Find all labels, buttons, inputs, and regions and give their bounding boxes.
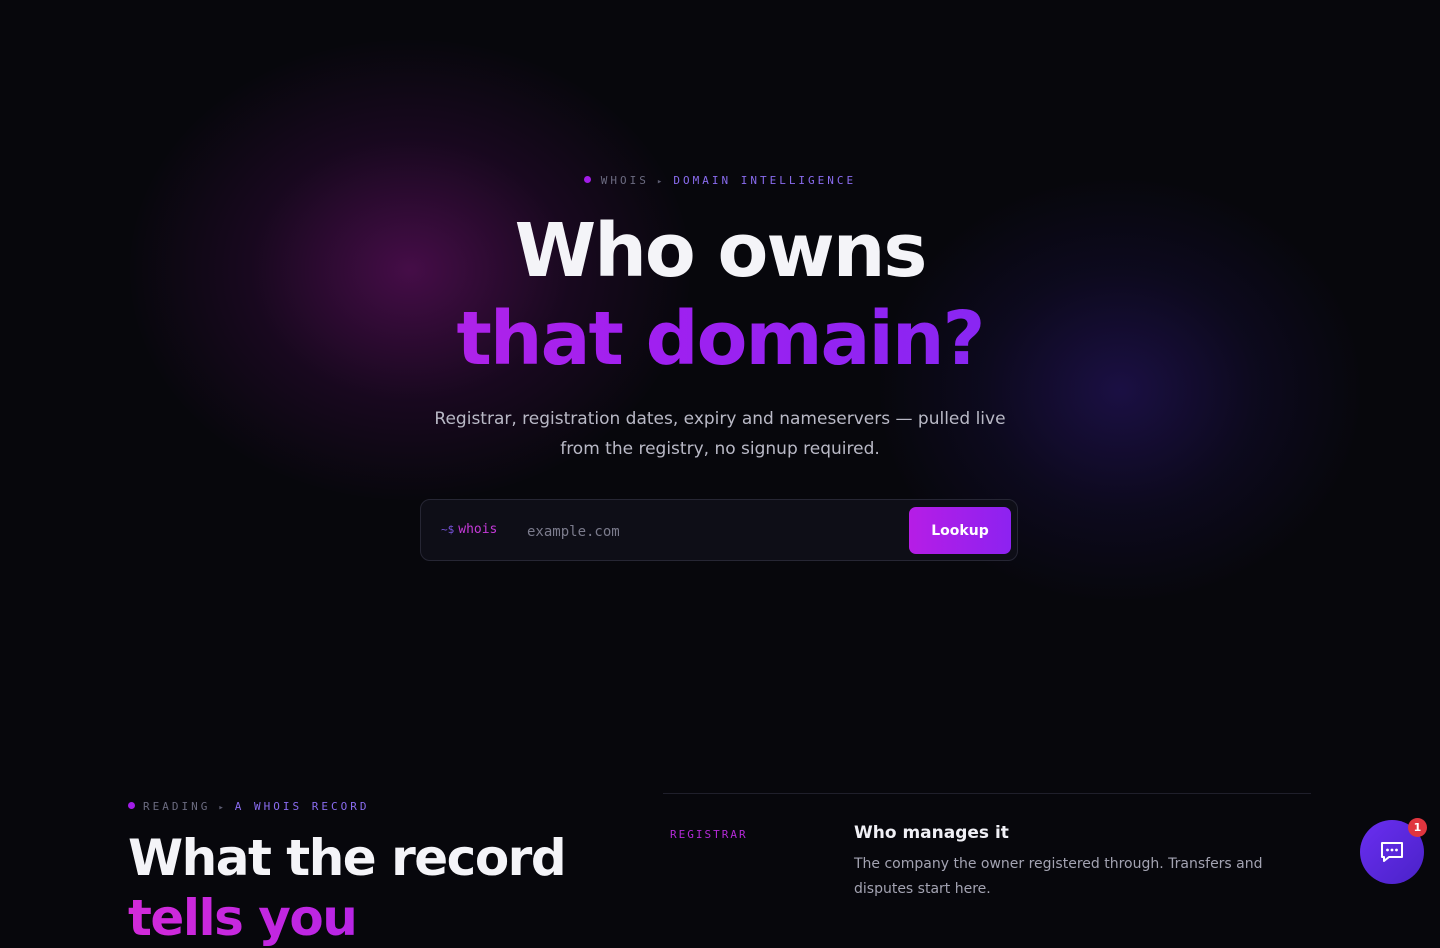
hero-kicker: WHOIS ▸ DOMAIN INTELLIGENCE bbox=[0, 174, 1440, 187]
lookup-button[interactable]: Lookup bbox=[909, 507, 1011, 554]
section-title: What the record tells you bbox=[128, 828, 567, 948]
prompt-command: whois bbox=[458, 522, 498, 537]
kicker-dot-icon bbox=[583, 176, 591, 183]
chat-notification-badge: 1 bbox=[1408, 818, 1427, 837]
kicker-arrow-icon: ▸ bbox=[656, 177, 666, 187]
section-title-line1: What the record bbox=[128, 829, 567, 887]
section-kicker-dot-icon bbox=[128, 802, 135, 809]
hero-title-line2: that domain? bbox=[0, 296, 1440, 382]
hero-subtitle: Registrar, registration dates, expiry an… bbox=[434, 409, 1006, 459]
terminal-prompt: ~$ whois bbox=[441, 522, 497, 537]
prompt-tilde: ~$ bbox=[441, 523, 455, 536]
whois-search-bar: ~$whois Lookup bbox=[420, 499, 1018, 561]
chat-bubble-icon bbox=[1381, 842, 1403, 862]
kicker-accent: DOMAIN INTELLIGENCE bbox=[673, 174, 857, 187]
record-field-title: Who manages it bbox=[854, 823, 1009, 843]
section-kicker-label: READING bbox=[143, 800, 211, 813]
kicker-label: WHOIS bbox=[600, 174, 649, 187]
section-kicker-accent: A WHOIS RECORD bbox=[234, 800, 370, 813]
record-divider bbox=[663, 793, 1311, 794]
record-field-label: REGISTRAR bbox=[670, 828, 748, 841]
section-kicker: READING ▸ A WHOIS RECORD bbox=[128, 800, 370, 813]
record-field-description: The company the owner registered through… bbox=[854, 856, 1263, 897]
section-kicker-arrow-icon: ▸ bbox=[218, 803, 227, 813]
domain-search-input[interactable] bbox=[525, 518, 889, 546]
hero-title-line1: Who owns bbox=[514, 208, 928, 294]
section-title-line2: tells you bbox=[128, 888, 565, 948]
